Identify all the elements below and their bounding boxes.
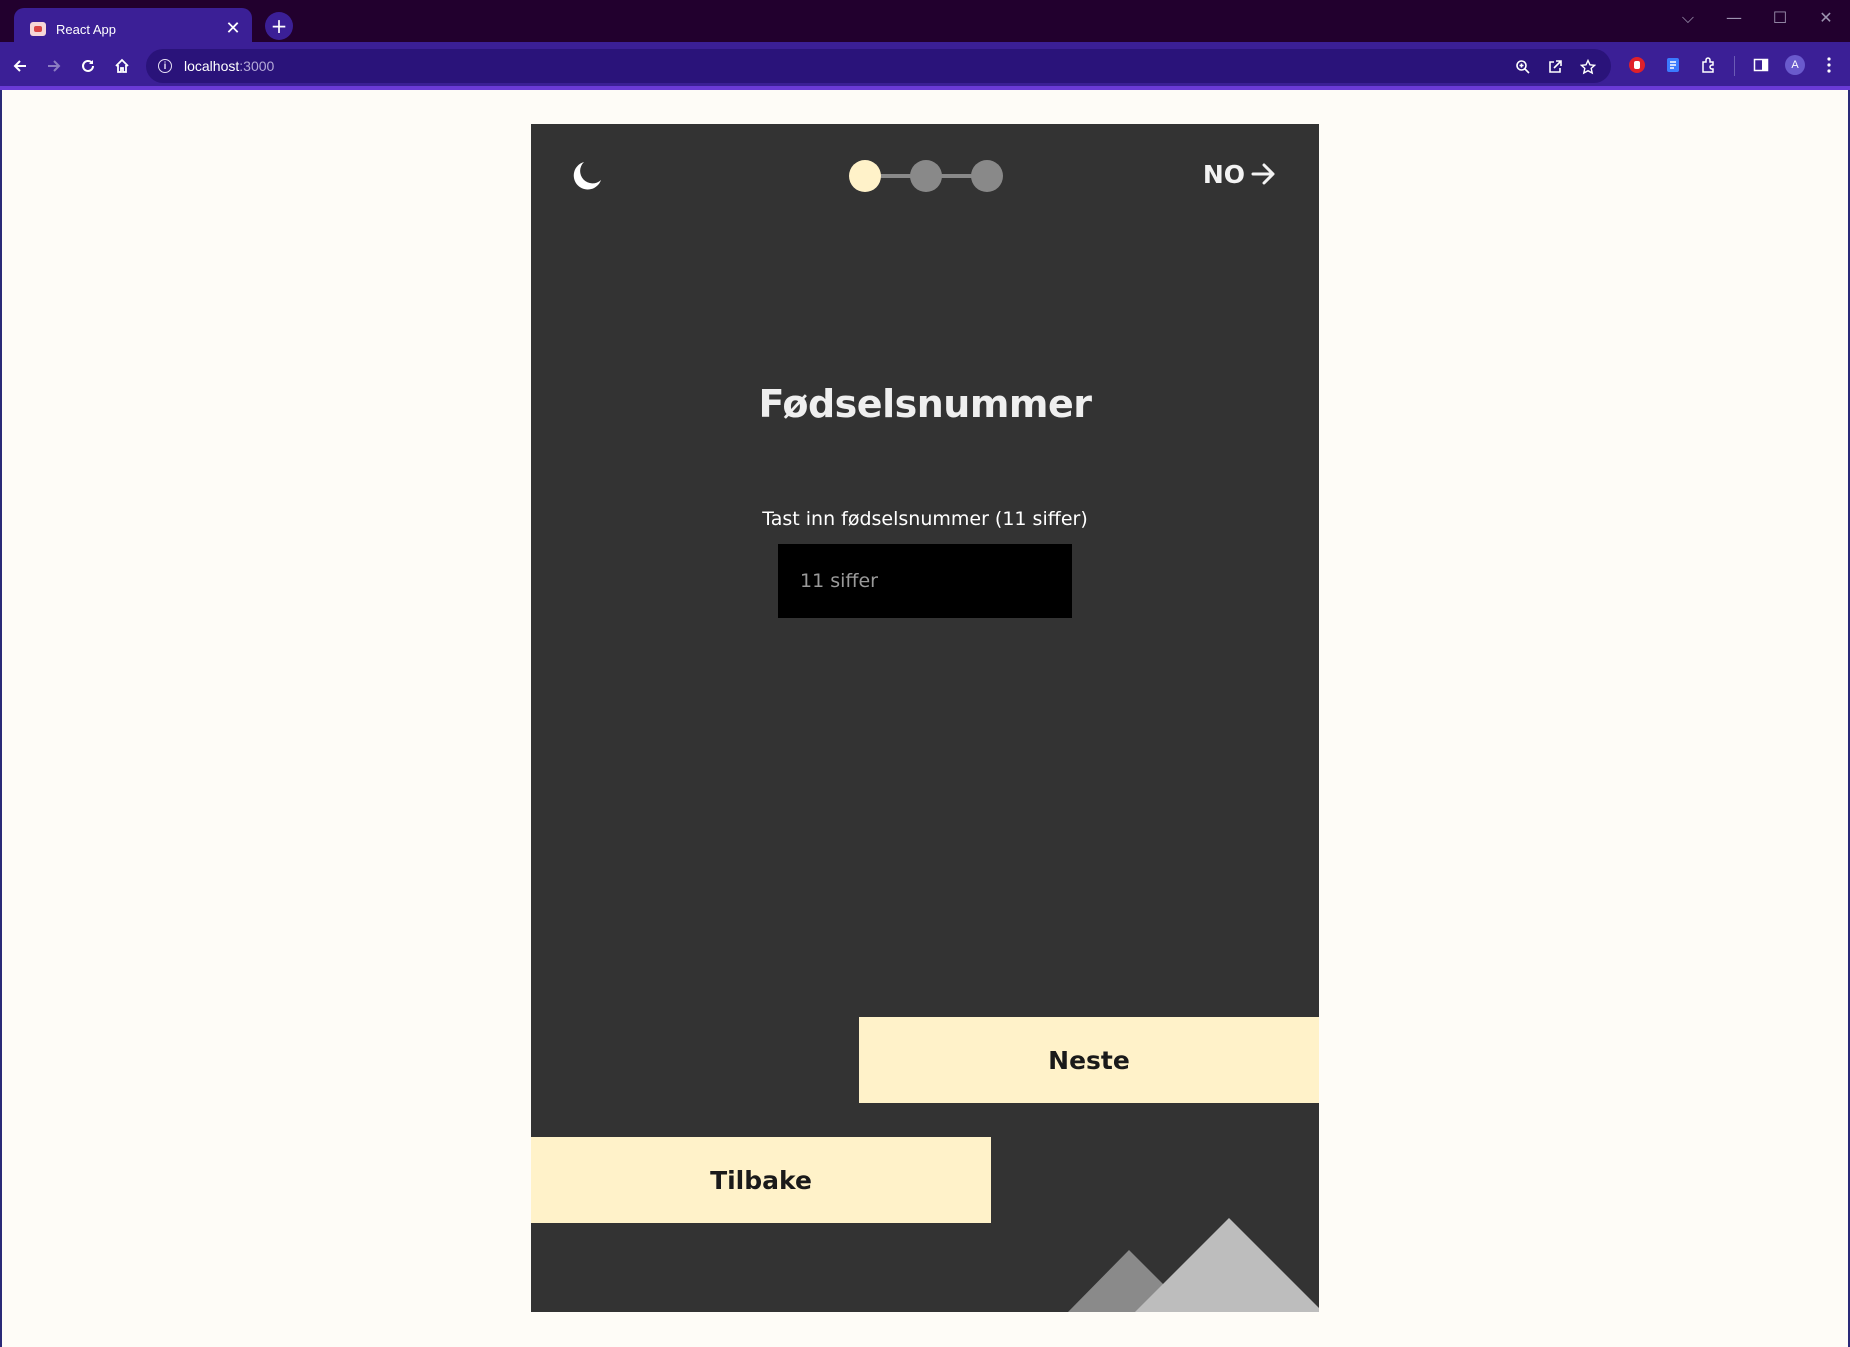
tab-search-icon[interactable]: ⌵ xyxy=(1666,4,1710,32)
home-icon[interactable] xyxy=(106,50,138,82)
bookmark-star-icon[interactable] xyxy=(1577,56,1599,78)
forward-arrow-icon[interactable] xyxy=(38,50,70,82)
close-window-icon[interactable]: ✕ xyxy=(1804,4,1848,32)
toolbar-accent-line xyxy=(0,86,1850,90)
maximize-icon[interactable]: ☐ xyxy=(1758,4,1802,32)
fodselsnummer-input[interactable] xyxy=(778,544,1072,618)
language-switch[interactable]: NO xyxy=(1203,154,1277,194)
url-host: localhost xyxy=(184,58,240,74)
window-border-left xyxy=(0,90,2,1347)
arrow-right-icon xyxy=(1251,163,1275,185)
page-title: Fødselsnummer xyxy=(758,382,1092,426)
mountains-decoration xyxy=(1068,1218,1319,1312)
tab-title: React App xyxy=(56,21,116,37)
step-2-indicator xyxy=(910,160,942,192)
react-favicon-icon xyxy=(30,22,46,36)
extension-document-icon[interactable] xyxy=(1658,50,1688,80)
reload-icon[interactable] xyxy=(72,50,104,82)
language-label: NO xyxy=(1202,159,1245,189)
moon-icon[interactable] xyxy=(567,158,603,194)
fodselsnummer-label: Tast inn fødselsnummer (11 siffer) xyxy=(762,508,1088,530)
progress-stepper xyxy=(849,160,1003,192)
avatar: A xyxy=(1785,55,1805,75)
extensions-puzzle-icon[interactable] xyxy=(1694,50,1724,80)
extension-stop-icon[interactable] xyxy=(1622,50,1652,80)
back-arrow-icon[interactable] xyxy=(4,50,36,82)
url-text: localhost:3000 xyxy=(184,58,274,74)
step-1-indicator xyxy=(849,160,881,192)
url-port: :3000 xyxy=(239,58,275,74)
zoom-icon[interactable] xyxy=(1512,56,1534,78)
step-3-indicator xyxy=(971,160,1003,192)
site-info-icon[interactable]: i xyxy=(158,59,172,73)
new-tab-button[interactable]: + xyxy=(265,12,293,40)
address-bar[interactable]: i localhost:3000 xyxy=(146,49,1611,83)
toolbar-separator xyxy=(1734,56,1735,76)
browser-toolbar: i localhost:3000 A xyxy=(0,42,1850,90)
profile-avatar[interactable]: A xyxy=(1780,50,1810,80)
side-panel-icon[interactable] xyxy=(1746,50,1776,80)
tab-close-icon[interactable]: ✕ xyxy=(220,16,246,42)
more-menu-icon[interactable] xyxy=(1814,50,1844,80)
app-panel: NO Fødselsnummer Tast inn fødselsnummer … xyxy=(531,124,1319,1312)
next-button[interactable]: Neste xyxy=(859,1017,1319,1103)
share-icon[interactable] xyxy=(1544,56,1566,78)
minimize-icon[interactable]: — xyxy=(1712,4,1756,32)
back-button[interactable]: Tilbake xyxy=(531,1137,991,1223)
